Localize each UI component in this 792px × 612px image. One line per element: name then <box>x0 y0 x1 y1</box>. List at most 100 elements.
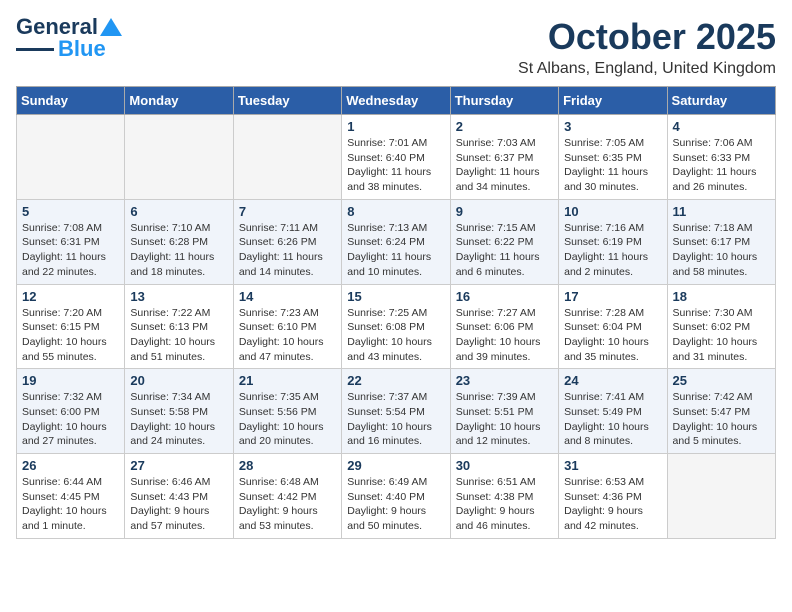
day-header-tuesday: Tuesday <box>233 87 341 115</box>
calendar-cell: 21 Sunrise: 7:35 AM Sunset: 5:56 PM Dayli… <box>233 369 341 454</box>
day-number: 8 <box>347 204 444 219</box>
calendar-cell: 27Sunrise: 6:46 AM Sunset: 4:43 PM Dayli… <box>125 454 233 539</box>
day-info: Sunrise: 7:10 AM Sunset: 6:28 PM Dayligh… <box>130 221 227 280</box>
logo: General Blue <box>16 16 122 60</box>
day-number: 3 <box>564 119 661 134</box>
calendar-cell: 24Sunrise: 7:41 AM Sunset: 5:49 PM Dayli… <box>559 369 667 454</box>
day-number: 10 <box>564 204 661 219</box>
day-info: Sunrise: 6:53 AM Sunset: 4:36 PM Dayligh… <box>564 475 661 534</box>
day-info: Sunrise: 6:48 AM Sunset: 4:42 PM Dayligh… <box>239 475 336 534</box>
day-header-sunday: Sunday <box>17 87 125 115</box>
day-info: Sunrise: 7:23 AM Sunset: 6:10 PM Dayligh… <box>239 306 336 365</box>
calendar-cell <box>233 115 341 200</box>
day-number: 22 <box>347 373 444 388</box>
calendar-week-row: 12Sunrise: 7:20 AM Sunset: 6:15 PM Dayli… <box>17 284 776 369</box>
calendar-cell: 2 Sunrise: 7:03 AM Sunset: 6:37 PM Daylig… <box>450 115 558 200</box>
day-info: Sunrise: 7:20 AM Sunset: 6:15 PM Dayligh… <box>22 306 119 365</box>
calendar-cell: 26Sunrise: 6:44 AM Sunset: 4:45 PM Dayli… <box>17 454 125 539</box>
day-number: 11 <box>673 204 770 219</box>
day-number: 2 <box>456 119 553 134</box>
day-info: Sunrise: 7:25 AM Sunset: 6:08 PM Dayligh… <box>347 306 444 365</box>
calendar-week-row: 1Sunrise: 7:01 AM Sunset: 6:40 PM Daylig… <box>17 115 776 200</box>
calendar-cell: 28Sunrise: 6:48 AM Sunset: 4:42 PM Dayli… <box>233 454 341 539</box>
calendar-header-row: SundayMondayTuesdayWednesdayThursdayFrid… <box>17 87 776 115</box>
day-number: 20 <box>130 373 227 388</box>
day-header-friday: Friday <box>559 87 667 115</box>
day-header-wednesday: Wednesday <box>342 87 450 115</box>
day-info: Sunrise: 7:30 AM Sunset: 6:02 PM Dayligh… <box>673 306 770 365</box>
calendar-cell: 10Sunrise: 7:16 AM Sunset: 6:19 PM Dayli… <box>559 199 667 284</box>
calendar-cell: 13 Sunrise: 7:22 AM Sunset: 6:13 PM Dayli… <box>125 284 233 369</box>
day-info: Sunrise: 7:13 AM Sunset: 6:24 PM Dayligh… <box>347 221 444 280</box>
calendar-cell: 8 Sunrise: 7:13 AM Sunset: 6:24 PM Daylig… <box>342 199 450 284</box>
day-info: Sunrise: 7:05 AM Sunset: 6:35 PM Dayligh… <box>564 136 661 195</box>
day-info: Sunrise: 7:42 AM Sunset: 5:47 PM Dayligh… <box>673 390 770 449</box>
day-info: Sunrise: 7:41 AM Sunset: 5:49 PM Dayligh… <box>564 390 661 449</box>
day-number: 16 <box>456 289 553 304</box>
day-header-saturday: Saturday <box>667 87 775 115</box>
day-number: 26 <box>22 458 119 473</box>
day-number: 23 <box>456 373 553 388</box>
calendar-cell: 6 Sunrise: 7:10 AM Sunset: 6:28 PM Daylig… <box>125 199 233 284</box>
day-number: 4 <box>673 119 770 134</box>
calendar-cell <box>125 115 233 200</box>
day-header-thursday: Thursday <box>450 87 558 115</box>
calendar-cell: 7Sunrise: 7:11 AM Sunset: 6:26 PM Daylig… <box>233 199 341 284</box>
day-info: Sunrise: 7:11 AM Sunset: 6:26 PM Dayligh… <box>239 221 336 280</box>
calendar-cell: 14 Sunrise: 7:23 AM Sunset: 6:10 PM Dayli… <box>233 284 341 369</box>
logo-line <box>16 48 54 51</box>
day-number: 17 <box>564 289 661 304</box>
day-number: 19 <box>22 373 119 388</box>
calendar-cell: 1Sunrise: 7:01 AM Sunset: 6:40 PM Daylig… <box>342 115 450 200</box>
day-info: Sunrise: 7:15 AM Sunset: 6:22 PM Dayligh… <box>456 221 553 280</box>
day-info: Sunrise: 7:18 AM Sunset: 6:17 PM Dayligh… <box>673 221 770 280</box>
day-info: Sunrise: 7:28 AM Sunset: 6:04 PM Dayligh… <box>564 306 661 365</box>
day-info: Sunrise: 7:32 AM Sunset: 6:00 PM Dayligh… <box>22 390 119 449</box>
day-number: 13 <box>130 289 227 304</box>
calendar-cell: 31 Sunrise: 6:53 AM Sunset: 4:36 PM Dayli… <box>559 454 667 539</box>
calendar-cell <box>667 454 775 539</box>
day-info: Sunrise: 7:08 AM Sunset: 6:31 PM Dayligh… <box>22 221 119 280</box>
day-info: Sunrise: 7:03 AM Sunset: 6:37 PM Dayligh… <box>456 136 553 195</box>
day-number: 18 <box>673 289 770 304</box>
calendar: SundayMondayTuesdayWednesdayThursdayFrid… <box>16 86 776 539</box>
day-number: 27 <box>130 458 227 473</box>
day-number: 21 <box>239 373 336 388</box>
day-number: 14 <box>239 289 336 304</box>
day-info: Sunrise: 6:49 AM Sunset: 4:40 PM Dayligh… <box>347 475 444 534</box>
day-info: Sunrise: 6:51 AM Sunset: 4:38 PM Dayligh… <box>456 475 553 534</box>
calendar-cell: 30 Sunrise: 6:51 AM Sunset: 4:38 PM Dayli… <box>450 454 558 539</box>
calendar-cell: 11 Sunrise: 7:18 AM Sunset: 6:17 PM Dayli… <box>667 199 775 284</box>
calendar-cell: 22 Sunrise: 7:37 AM Sunset: 5:54 PM Dayli… <box>342 369 450 454</box>
calendar-cell: 12Sunrise: 7:20 AM Sunset: 6:15 PM Dayli… <box>17 284 125 369</box>
logo-general: General <box>16 16 98 38</box>
calendar-cell <box>17 115 125 200</box>
day-number: 9 <box>456 204 553 219</box>
day-number: 30 <box>456 458 553 473</box>
calendar-cell: 19 Sunrise: 7:32 AM Sunset: 6:00 PM Dayli… <box>17 369 125 454</box>
day-info: Sunrise: 7:22 AM Sunset: 6:13 PM Dayligh… <box>130 306 227 365</box>
day-info: Sunrise: 7:27 AM Sunset: 6:06 PM Dayligh… <box>456 306 553 365</box>
calendar-cell: 16 Sunrise: 7:27 AM Sunset: 6:06 PM Dayli… <box>450 284 558 369</box>
day-header-monday: Monday <box>125 87 233 115</box>
day-number: 25 <box>673 373 770 388</box>
day-number: 15 <box>347 289 444 304</box>
calendar-week-row: 19 Sunrise: 7:32 AM Sunset: 6:00 PM Dayli… <box>17 369 776 454</box>
day-info: Sunrise: 7:37 AM Sunset: 5:54 PM Dayligh… <box>347 390 444 449</box>
day-number: 6 <box>130 204 227 219</box>
calendar-cell: 17 Sunrise: 7:28 AM Sunset: 6:04 PM Dayli… <box>559 284 667 369</box>
day-number: 31 <box>564 458 661 473</box>
day-info: Sunrise: 7:06 AM Sunset: 6:33 PM Dayligh… <box>673 136 770 195</box>
day-info: Sunrise: 7:01 AM Sunset: 6:40 PM Dayligh… <box>347 136 444 195</box>
calendar-cell: 23Sunrise: 7:39 AM Sunset: 5:51 PM Dayli… <box>450 369 558 454</box>
calendar-cell: 4 Sunrise: 7:06 AM Sunset: 6:33 PM Daylig… <box>667 115 775 200</box>
calendar-cell: 3 Sunrise: 7:05 AM Sunset: 6:35 PM Daylig… <box>559 115 667 200</box>
calendar-cell: 5 Sunrise: 7:08 AM Sunset: 6:31 PM Daylig… <box>17 199 125 284</box>
day-number: 5 <box>22 204 119 219</box>
day-info: Sunrise: 7:35 AM Sunset: 5:56 PM Dayligh… <box>239 390 336 449</box>
location-title: St Albans, England, United Kingdom <box>518 60 776 78</box>
calendar-cell: 15 Sunrise: 7:25 AM Sunset: 6:08 PM Dayli… <box>342 284 450 369</box>
page-header: General Blue October 2025 St Albans, Eng… <box>16 16 776 78</box>
logo-icon <box>100 18 122 36</box>
calendar-cell: 29Sunrise: 6:49 AM Sunset: 4:40 PM Dayli… <box>342 454 450 539</box>
